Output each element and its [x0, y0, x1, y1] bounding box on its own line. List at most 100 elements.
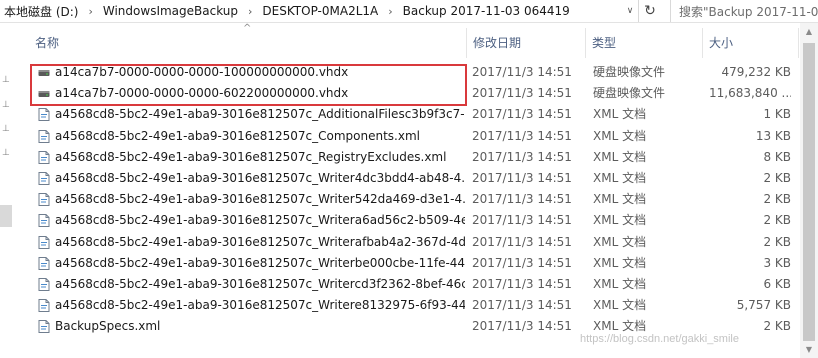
- file-size: 11,683,840 ...: [709, 86, 791, 101]
- file-type: XML 文档: [593, 192, 647, 207]
- file-size: 5,757 KB: [736, 298, 791, 313]
- navigation-pane[interactable]: ⊥ ⊥ ⊥ ⊥: [0, 23, 15, 358]
- column-header-date[interactable]: 修改日期: [467, 28, 584, 58]
- address-dropdown-icon[interactable]: ∨: [622, 0, 638, 22]
- file-row[interactable]: a4568cd8-5bc2-49e1-aba9-3016e812507c_Com…: [29, 126, 799, 147]
- file-name: a4568cd8-5bc2-49e1-aba9-3016e812507c_Wri…: [55, 255, 465, 270]
- column-header-type[interactable]: 类型: [586, 28, 701, 58]
- file-date: 2017/11/3 14:51: [472, 107, 572, 122]
- file-type: XML 文档: [593, 128, 647, 143]
- file-row[interactable]: a4568cd8-5bc2-49e1-aba9-3016e812507c_Wri…: [29, 189, 799, 210]
- file-row[interactable]: a4568cd8-5bc2-49e1-aba9-3016e812507c_Add…: [29, 104, 799, 125]
- breadcrumb-separator-icon[interactable]: ›: [240, 5, 260, 18]
- watermark: https://blog.csdn.net/gakki_smile: [580, 333, 739, 345]
- breadcrumb: 本地磁盘 (D:) › WindowsImageBackup › DESKTOP…: [2, 0, 632, 22]
- file-name: a4568cd8-5bc2-49e1-aba9-3016e812507c_Add…: [55, 107, 465, 122]
- disk-image-icon: [38, 70, 50, 76]
- file-name: a14ca7b7-0000-0000-0000-602200000000.vhd…: [55, 86, 349, 101]
- scrollbar-thumb[interactable]: [803, 43, 815, 341]
- pin-icon[interactable]: ⊥: [2, 100, 12, 110]
- file-row[interactable]: a4568cd8-5bc2-49e1-aba9-3016e812507c_Wri…: [29, 210, 799, 231]
- scroll-down-icon[interactable]: ▼: [800, 341, 818, 358]
- file-date: 2017/11/3 14:51: [472, 255, 572, 270]
- vertical-scrollbar[interactable]: ▲ ▼: [800, 23, 818, 358]
- file-size: 6 KB: [763, 277, 791, 291]
- breadcrumb-separator-icon[interactable]: ›: [380, 5, 400, 18]
- file-name: a4568cd8-5bc2-49e1-aba9-3016e812507c_Wri…: [55, 277, 465, 291]
- file-size: 8 KB: [763, 149, 791, 164]
- file-name: a14ca7b7-0000-0000-0000-100000000000.vhd…: [55, 65, 349, 79]
- file-name: a4568cd8-5bc2-49e1-aba9-3016e812507c_Wri…: [55, 192, 465, 207]
- breadcrumb-item-backup[interactable]: Backup 2017-11-03 064419: [401, 4, 572, 18]
- breadcrumb-separator-icon[interactable]: ›: [80, 5, 100, 18]
- breadcrumb-item-windowsimagebackup[interactable]: WindowsImageBackup: [101, 4, 240, 18]
- file-date: 2017/11/3 14:51: [472, 298, 572, 313]
- file-type: XML 文档: [593, 298, 647, 313]
- file-type: XML 文档: [593, 149, 647, 164]
- scroll-up-icon[interactable]: ▲: [800, 23, 818, 40]
- xml-document-icon: [38, 278, 50, 291]
- xml-document-icon: [38, 172, 50, 185]
- file-row[interactable]: a4568cd8-5bc2-49e1-aba9-3016e812507c_Wri…: [29, 295, 799, 316]
- file-type: 硬盘映像文件: [593, 86, 666, 101]
- pin-icon[interactable]: ⊥: [2, 148, 12, 158]
- xml-document-icon: [38, 256, 50, 270]
- file-date: 2017/11/3 14:51: [472, 128, 572, 143]
- file-size: 13 KB: [755, 128, 791, 143]
- file-row[interactable]: a14ca7b7-0000-0000-0000-602200000000.vhd…: [29, 83, 799, 104]
- breadcrumb-item-drive[interactable]: 本地磁盘 (D:): [2, 3, 80, 20]
- file-date: 2017/11/3 14:51: [472, 149, 572, 164]
- file-size: 2 KB: [763, 234, 791, 249]
- navigation-selected-item[interactable]: [0, 205, 12, 227]
- file-type: 硬盘映像文件: [593, 65, 666, 79]
- file-size: 1 KB: [763, 107, 791, 122]
- pin-icon[interactable]: ⊥: [2, 75, 12, 85]
- breadcrumb-item-desktop[interactable]: DESKTOP-0MA2L1A: [260, 4, 380, 18]
- file-size: 479,232 KB: [721, 65, 791, 79]
- file-name: a4568cd8-5bc2-49e1-aba9-3016e812507c_Wri…: [55, 298, 465, 313]
- file-size: 2 KB: [763, 192, 791, 207]
- xml-document-icon: [38, 214, 50, 228]
- search-input[interactable]: 搜索"Backup 2017-11-03 064419": [670, 0, 818, 22]
- file-date: 2017/11/3 14:51: [472, 319, 572, 334]
- xml-document-icon: [38, 108, 50, 122]
- file-row[interactable]: a4568cd8-5bc2-49e1-aba9-3016e812507c_Wri…: [29, 253, 799, 274]
- file-name: a4568cd8-5bc2-49e1-aba9-3016e812507c_Wri…: [55, 171, 465, 185]
- file-date: 2017/11/3 14:51: [472, 277, 572, 291]
- file-row[interactable]: a4568cd8-5bc2-49e1-aba9-3016e812507c_Wri…: [29, 168, 799, 189]
- file-date: 2017/11/3 14:51: [472, 65, 572, 79]
- xml-document-icon: [38, 320, 50, 334]
- file-size: 2 KB: [763, 213, 791, 228]
- file-type: XML 文档: [593, 107, 647, 122]
- xml-document-icon: [38, 299, 50, 313]
- pin-icon[interactable]: ⊥: [2, 124, 12, 134]
- address-bar[interactable]: 本地磁盘 (D:) › WindowsImageBackup › DESKTOP…: [0, 0, 818, 23]
- file-row[interactable]: a14ca7b7-0000-0000-0000-100000000000.vhd…: [29, 62, 799, 83]
- file-name: a4568cd8-5bc2-49e1-aba9-3016e812507c_Com…: [55, 128, 420, 143]
- column-header-size[interactable]: 大小: [703, 28, 798, 58]
- file-date: 2017/11/3 14:51: [472, 213, 572, 228]
- file-name: a4568cd8-5bc2-49e1-aba9-3016e812507c_Reg…: [55, 149, 447, 164]
- file-type: XML 文档: [593, 255, 647, 270]
- file-row[interactable]: a4568cd8-5bc2-49e1-aba9-3016e812507c_Reg…: [29, 147, 799, 168]
- file-name: a4568cd8-5bc2-49e1-aba9-3016e812507c_Wri…: [55, 213, 465, 228]
- file-size: 3 KB: [763, 255, 791, 270]
- column-divider[interactable]: [798, 28, 799, 58]
- file-type: XML 文档: [593, 171, 647, 185]
- file-date: 2017/11/3 14:51: [472, 234, 572, 249]
- file-type: XML 文档: [593, 234, 647, 249]
- column-header-row: 名称 修改日期 类型 大小: [29, 28, 799, 58]
- file-row[interactable]: a4568cd8-5bc2-49e1-aba9-3016e812507c_Wri…: [29, 274, 799, 295]
- xml-document-icon: [38, 150, 50, 164]
- xml-document-icon: [38, 193, 50, 207]
- column-header-name[interactable]: 名称: [29, 28, 464, 58]
- file-size: 2 KB: [763, 171, 791, 185]
- file-row[interactable]: a4568cd8-5bc2-49e1-aba9-3016e812507c_Wri…: [29, 232, 799, 253]
- file-name: BackupSpecs.xml: [55, 319, 161, 334]
- file-type: XML 文档: [593, 213, 647, 228]
- file-name: a4568cd8-5bc2-49e1-aba9-3016e812507c_Wri…: [55, 234, 465, 249]
- refresh-icon[interactable]: ↻: [638, 0, 661, 22]
- file-type: XML 文档: [593, 277, 647, 291]
- xml-document-icon: [38, 235, 50, 249]
- file-date: 2017/11/3 14:51: [472, 192, 572, 207]
